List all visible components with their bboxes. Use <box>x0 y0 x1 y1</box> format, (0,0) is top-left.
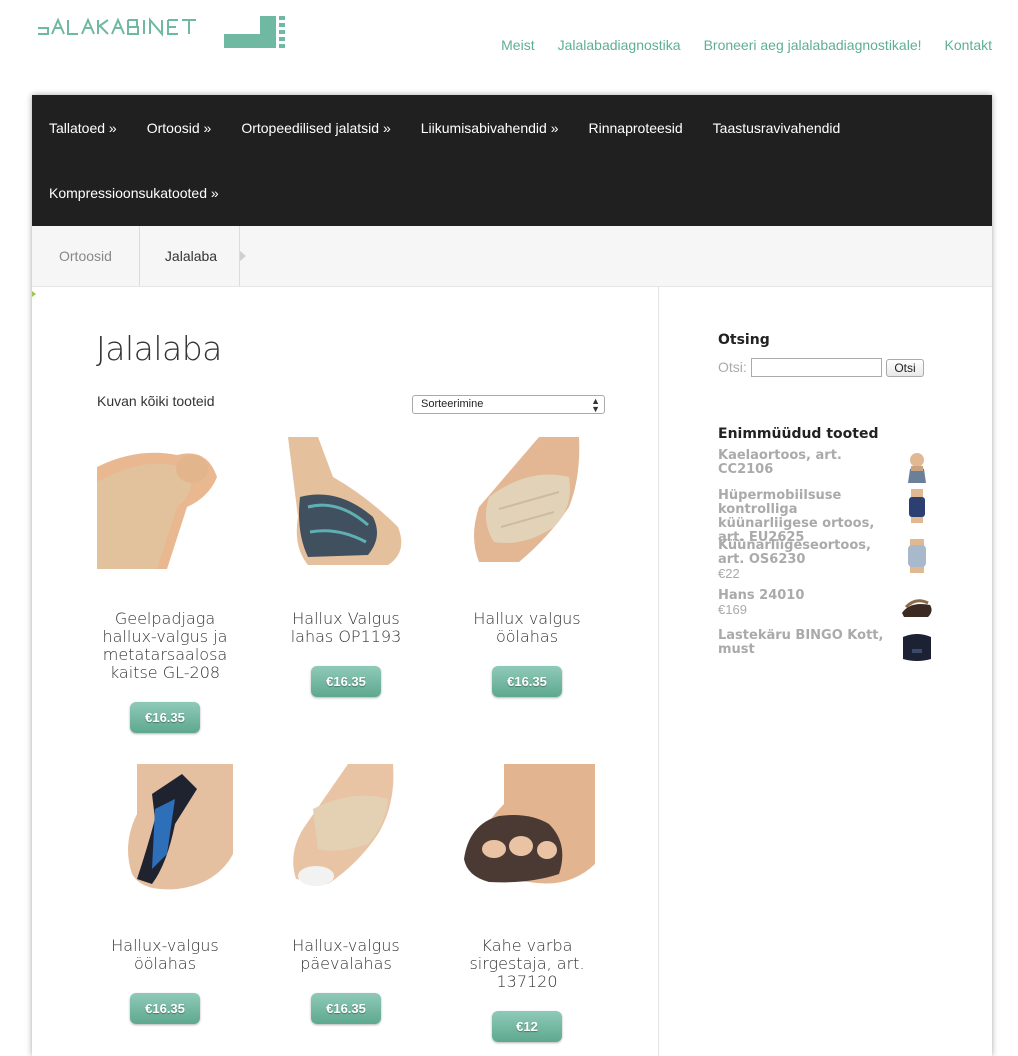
bestseller-item[interactable]: Kaelaortoos, art. CC2106 <box>718 449 934 483</box>
breadcrumb: Ortoosid Jalalaba <box>32 226 992 287</box>
category-taastusravivahendid[interactable]: Taastusravivahendid <box>713 95 841 160</box>
category-rinnaproteesid[interactable]: Rinnaproteesid <box>589 95 683 160</box>
site-logo[interactable] <box>36 14 288 50</box>
product-card[interactable]: Hallux-valgus öölahas €16.35 <box>95 764 235 1024</box>
product-card[interactable]: Geelpadjaga hallux-valgus ja metatarsaal… <box>95 437 235 733</box>
bestseller-name[interactable]: Küünarliigeseortoos, art. OS6230 <box>718 539 896 567</box>
breadcrumb-current: Jalalaba <box>139 226 240 286</box>
price-button[interactable]: €16.35 <box>130 993 200 1024</box>
sort-select-value: Sorteerimine <box>421 398 484 410</box>
category-tallatoed[interactable]: Tallatoed » <box>49 95 117 160</box>
product-card[interactable]: Hallux-valgus päevalahas €16.35 <box>276 764 416 1024</box>
nav-link-broneeri[interactable]: Broneeri aeg jalalabadiagnostikale! <box>704 37 922 53</box>
nav-link-meist[interactable]: Meist <box>501 37 534 53</box>
select-arrows-icon: ▲ ▼ <box>591 396 600 414</box>
bestseller-name[interactable]: Hüpermobiilsuse kontrolliga küünarliiges… <box>718 489 896 545</box>
product-name[interactable]: Hallux Valgus lahas OP1193 <box>276 610 416 646</box>
bestseller-item[interactable]: Hüpermobiilsuse kontrolliga küünarliiges… <box>718 489 934 545</box>
product-image[interactable] <box>459 764 595 896</box>
bestseller-name[interactable]: Lastekäru BINGO Kott, must <box>718 629 896 657</box>
product-name[interactable]: Hallux valgus öölahas <box>457 610 597 646</box>
category-ortopeedilised-jalatsid[interactable]: Ortopeedilised jalatsid » <box>241 95 390 160</box>
product-image[interactable] <box>278 764 414 896</box>
corner-marker <box>32 291 36 297</box>
product-name[interactable]: Hallux-valgus öölahas <box>95 937 235 973</box>
category-liikumisabivahendid[interactable]: Liikumisabivahendid » <box>421 95 559 160</box>
bestseller-item[interactable]: Küünarliigeseortoos, art. OS6230 €22 <box>718 539 934 581</box>
product-card[interactable]: Hallux valgus öölahas €16.35 <box>457 437 597 697</box>
bestseller-thumbnail[interactable] <box>900 539 934 573</box>
main-frame: Tallatoed » Ortoosid » Ortopeedilised ja… <box>32 95 992 1056</box>
product-card[interactable]: Kahe varba sirgestaja, art. 137120 €12 <box>457 764 597 1042</box>
search-widget-title: Otsing <box>718 332 770 348</box>
price-button[interactable]: €16.35 <box>311 993 381 1024</box>
search-label: Otsi: <box>718 359 747 375</box>
bestseller-thumbnail[interactable] <box>900 489 934 523</box>
result-count: Kuvan kõiki tooteid <box>97 393 215 409</box>
price-button[interactable]: €16.35 <box>130 702 200 733</box>
breadcrumb-separator <box>239 226 247 286</box>
nav-link-kontakt[interactable]: Kontakt <box>945 37 992 53</box>
search-input[interactable] <box>751 358 882 377</box>
page-title: Jalalaba <box>96 329 222 368</box>
content-area: Jalalaba Kuvan kõiki tooteid Sorteerimin… <box>32 287 992 1056</box>
product-name[interactable]: Hallux-valgus päevalahas <box>276 937 416 973</box>
bestseller-name[interactable]: Kaelaortoos, art. CC2106 <box>718 449 896 477</box>
product-image[interactable] <box>97 764 233 896</box>
bestsellers-title: Enimmüüdud tooted <box>718 426 879 442</box>
category-nav: Tallatoed » Ortoosid » Ortopeedilised ja… <box>32 95 992 226</box>
bestseller-item[interactable]: Lastekäru BINGO Kott, must <box>718 629 934 663</box>
category-kompressioonsukatooted[interactable]: Kompressioonsukatooted » <box>49 160 219 225</box>
product-image[interactable] <box>97 437 233 569</box>
nav-link-jalalabadiagnostika[interactable]: Jalalabadiagnostika <box>558 37 681 53</box>
bestseller-thumbnail[interactable] <box>900 449 934 483</box>
sort-select[interactable]: Sorteerimine ▲ ▼ <box>412 395 605 414</box>
bestseller-thumbnail[interactable] <box>900 629 934 663</box>
product-name[interactable]: Geelpadjaga hallux-valgus ja metatarsaal… <box>95 610 235 682</box>
product-card[interactable]: Hallux Valgus lahas OP1193 €16.35 <box>276 437 416 697</box>
bestseller-thumbnail[interactable] <box>900 589 934 623</box>
category-ortoosid[interactable]: Ortoosid » <box>147 95 212 160</box>
sidebar-divider <box>658 287 659 1056</box>
price-button[interactable]: €12 <box>492 1011 562 1042</box>
search-button[interactable]: Otsi <box>886 359 924 377</box>
price-button[interactable]: €16.35 <box>492 666 562 697</box>
breadcrumb-ortoosid[interactable]: Ortoosid <box>32 226 139 286</box>
bestseller-item[interactable]: Hans 24010 €169 <box>718 589 934 623</box>
product-image[interactable] <box>459 437 595 569</box>
top-nav: Meist Jalalabadiagnostika Broneeri aeg j… <box>501 37 992 53</box>
price-button[interactable]: €16.35 <box>311 666 381 697</box>
product-name[interactable]: Kahe varba sirgestaja, art. 137120 <box>457 937 597 991</box>
bestseller-name[interactable]: Hans 24010 <box>718 589 896 603</box>
product-image[interactable] <box>278 437 414 569</box>
